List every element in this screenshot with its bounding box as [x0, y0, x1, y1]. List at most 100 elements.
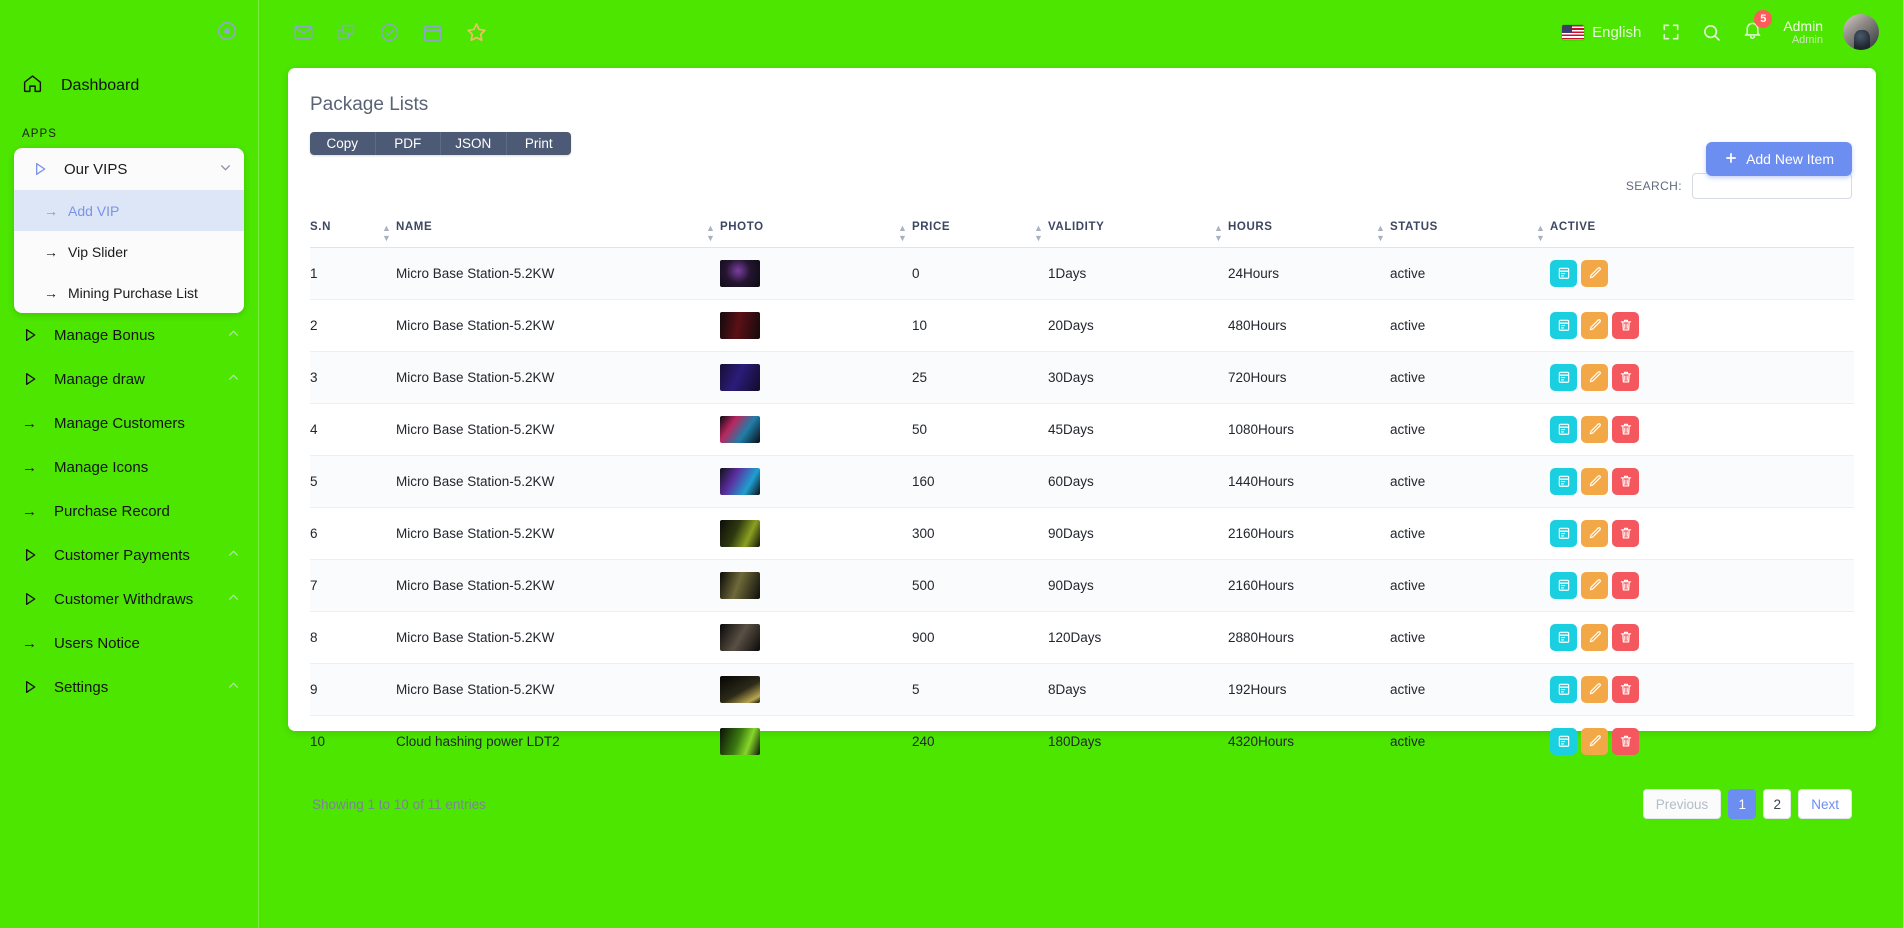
chevron-up-icon [227, 591, 240, 607]
cell-sn: 9 [310, 663, 396, 715]
edit-action-button[interactable] [1581, 728, 1608, 755]
check-circle-icon[interactable] [379, 22, 400, 43]
edit-action-button[interactable] [1581, 676, 1608, 703]
language-selector[interactable]: English [1562, 24, 1641, 41]
add-new-item-button[interactable]: Add New Item [1706, 142, 1852, 176]
sidebar-item-settings[interactable]: Settings [0, 665, 258, 709]
sidebar-item-label: Dashboard [61, 77, 139, 95]
pagination-next[interactable]: Next [1798, 789, 1852, 819]
sidebar-item-add-vip[interactable]: → Add VIP [14, 190, 244, 231]
search-icon[interactable] [1701, 22, 1722, 43]
delete-action-button[interactable] [1612, 676, 1639, 703]
delete-action-button[interactable] [1612, 520, 1639, 547]
sidebar-item-manage-customers[interactable]: → Manage Customers [0, 401, 258, 445]
calendar-action-button[interactable] [1550, 572, 1577, 599]
sidebar-item-manage-bonus[interactable]: Manage Bonus [0, 313, 258, 357]
sidebar-group-header-our-vips[interactable]: Our VIPS [14, 148, 244, 190]
user-menu[interactable]: Admin Admin [1783, 18, 1823, 47]
delete-action-button[interactable] [1612, 364, 1639, 391]
calendar-action-button[interactable] [1550, 260, 1577, 287]
cell-status: active [1390, 715, 1550, 767]
search-input[interactable] [1692, 173, 1852, 199]
calendar-icon[interactable] [422, 22, 443, 43]
delete-action-button[interactable] [1612, 416, 1639, 443]
delete-action-button[interactable] [1612, 624, 1639, 651]
mail-icon[interactable] [293, 22, 314, 43]
app-root: Dashboard APPS Our VIPS → Add VIP → Vip … [0, 0, 1903, 928]
main-area: English 5 Admin Admin [259, 0, 1903, 928]
notifications-bell[interactable]: 5 [1742, 19, 1763, 45]
calendar-action-button[interactable] [1550, 624, 1577, 651]
pdf-button[interactable]: PDF [376, 132, 442, 155]
arrow-right-icon: → [44, 244, 68, 260]
chevron-up-icon [227, 327, 240, 343]
avatar[interactable] [1843, 14, 1879, 50]
column-header-photo[interactable]: ▲▼ PHOTO [720, 213, 912, 247]
edit-action-button[interactable] [1581, 468, 1608, 495]
star-icon[interactable] [465, 21, 488, 44]
edit-action-button[interactable] [1581, 624, 1608, 651]
column-header-status[interactable]: ▲▼ STATUS [1390, 213, 1550, 247]
edit-action-button[interactable] [1581, 260, 1608, 287]
cell-photo [720, 455, 912, 507]
delete-action-button[interactable] [1612, 468, 1639, 495]
edit-action-button[interactable] [1581, 312, 1608, 339]
sidebar: Dashboard APPS Our VIPS → Add VIP → Vip … [0, 0, 259, 928]
sidebar-item-vip-slider[interactable]: → Vip Slider [14, 231, 244, 272]
search-label: SEARCH: [1626, 179, 1682, 193]
column-header-price[interactable]: ▲▼ PRICE [912, 213, 1048, 247]
pagination-page-1[interactable]: 1 [1728, 789, 1756, 819]
delete-action-button[interactable] [1612, 312, 1639, 339]
chat-icon[interactable] [336, 22, 357, 43]
language-label: English [1592, 24, 1641, 41]
column-header-validity[interactable]: ▲▼ VALIDITY [1048, 213, 1228, 247]
calendar-action-button[interactable] [1550, 416, 1577, 443]
cell-price: 5 [912, 663, 1048, 715]
sidebar-item-mining-purchase-list[interactable]: → Mining Purchase List [14, 272, 244, 313]
cell-actions [1550, 559, 1854, 611]
sidebar-item-users-notice[interactable]: → Users Notice [0, 621, 258, 665]
copy-button[interactable]: Copy [310, 132, 376, 155]
sidebar-item-manage-icons[interactable]: → Manage Icons [0, 445, 258, 489]
edit-action-button[interactable] [1581, 520, 1608, 547]
calendar-action-button[interactable] [1550, 676, 1577, 703]
cell-hours: 2160Hours [1228, 507, 1390, 559]
edit-action-button[interactable] [1581, 572, 1608, 599]
sidebar-item-manage-draw[interactable]: Manage draw [0, 357, 258, 401]
calendar-action-button[interactable] [1550, 520, 1577, 547]
chevron-up-icon [227, 679, 240, 695]
json-button[interactable]: JSON [441, 132, 507, 155]
column-header-hours[interactable]: ▲▼ HOURS [1228, 213, 1390, 247]
cell-actions [1550, 715, 1854, 767]
cell-actions [1550, 403, 1854, 455]
calendar-action-button[interactable] [1550, 728, 1577, 755]
delete-action-button[interactable] [1612, 728, 1639, 755]
column-label: NAME [396, 221, 432, 233]
print-button[interactable]: Print [507, 132, 572, 155]
edit-action-button[interactable] [1581, 416, 1608, 443]
gpu-thumbnail [720, 468, 760, 495]
sidebar-item-dashboard[interactable]: Dashboard [0, 64, 258, 108]
edit-action-button[interactable] [1581, 364, 1608, 391]
cell-sn: 6 [310, 507, 396, 559]
sidebar-item-label: Customer Payments [46, 547, 227, 564]
target-icon[interactable] [216, 20, 238, 42]
cell-sn: 1 [310, 247, 396, 299]
delete-action-button[interactable] [1612, 572, 1639, 599]
column-header-active[interactable]: ▲▼ ACTIVE [1550, 213, 1854, 247]
cell-validity: 30Days [1048, 351, 1228, 403]
fullscreen-icon[interactable] [1661, 22, 1681, 42]
row-actions [1550, 520, 1854, 547]
calendar-action-button[interactable] [1550, 312, 1577, 339]
calendar-action-button[interactable] [1550, 468, 1577, 495]
gpu-thumbnail [720, 520, 760, 547]
calendar-action-button[interactable] [1550, 364, 1577, 391]
sidebar-item-customer-payments[interactable]: Customer Payments [0, 533, 258, 577]
sidebar-item-purchase-record[interactable]: → Purchase Record [0, 489, 258, 533]
cell-photo [720, 247, 912, 299]
gpu-thumbnail [720, 728, 760, 755]
pagination-previous[interactable]: Previous [1643, 789, 1722, 819]
pagination-page-2[interactable]: 2 [1763, 789, 1791, 819]
sidebar-item-customer-withdraws[interactable]: Customer Withdraws [0, 577, 258, 621]
column-header-name[interactable]: ▲▼ NAME [396, 213, 720, 247]
